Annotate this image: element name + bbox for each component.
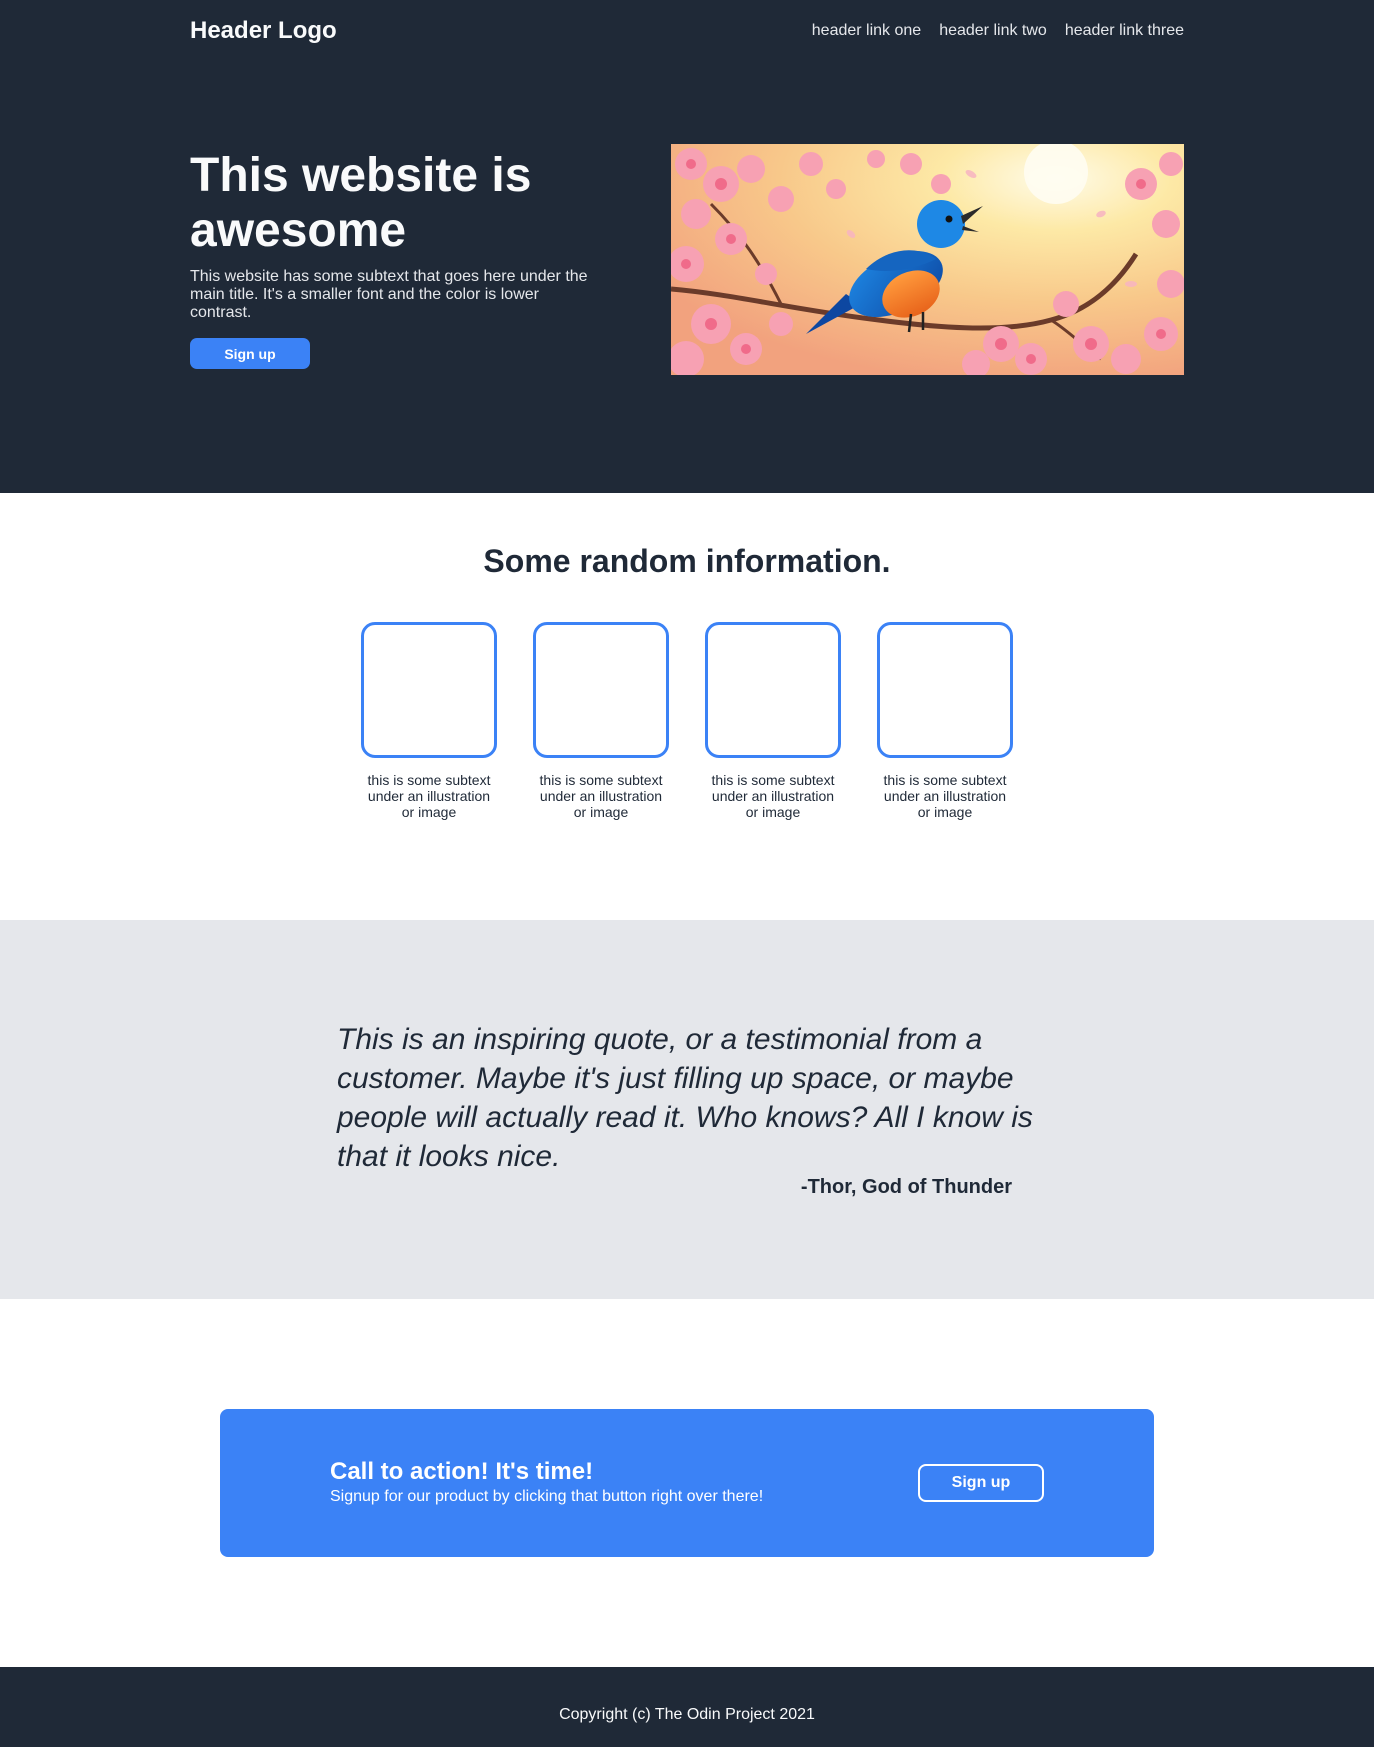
- header-nav: header link one header link two header l…: [812, 21, 1184, 41]
- info-card: this is some subtext under an illustrati…: [361, 622, 497, 820]
- illustration-placeholder: [705, 622, 841, 758]
- cta-subtitle: Signup for our product by clicking that …: [330, 1488, 764, 1505]
- hero-signup-button[interactable]: Sign up: [190, 338, 310, 369]
- hero-title: This website is awesome: [190, 149, 532, 257]
- cta-signup-button[interactable]: Sign up: [918, 1464, 1044, 1502]
- info-card-text: this is some subtext under an illustrati…: [367, 772, 491, 820]
- quote-author: -Thor, God of Thunder: [800, 1176, 1012, 1198]
- hero-section: Header Logo header link one header link …: [0, 0, 1374, 493]
- info-card-text: this is some subtext under an illustrati…: [883, 772, 1007, 820]
- header-link-one[interactable]: header link one: [812, 21, 921, 41]
- quote-section: This is an inspiring quote, or a testimo…: [0, 920, 1374, 1299]
- info-card-text: this is some subtext under an illustrati…: [539, 772, 663, 820]
- bird-on-branch-illustration: [671, 144, 1184, 375]
- info-card: this is some subtext under an illustrati…: [705, 622, 841, 820]
- info-card: this is some subtext under an illustrati…: [877, 622, 1013, 820]
- illustration-placeholder: [533, 622, 669, 758]
- info-title: Some random information.: [483, 543, 891, 579]
- hero-image: [671, 144, 1184, 375]
- header-link-three[interactable]: header link three: [1065, 21, 1184, 41]
- footer-copyright: Copyright (c) The Odin Project 2021: [559, 1706, 815, 1723]
- illustration-placeholder: [361, 622, 497, 758]
- cta-title: Call to action! It's time!: [330, 1458, 594, 1485]
- header-logo[interactable]: Header Logo: [190, 18, 337, 44]
- info-card-text: this is some subtext under an illustrati…: [711, 772, 835, 820]
- testimonial-quote: This is an inspiring quote, or a testimo…: [337, 1023, 1033, 1173]
- illustration-placeholder: [877, 622, 1013, 758]
- info-card: this is some subtext under an illustrati…: [533, 622, 669, 820]
- header-link-two[interactable]: header link two: [939, 21, 1047, 41]
- footer: Copyright (c) The Odin Project 2021: [0, 1667, 1374, 1747]
- call-to-action-banner: Call to action! It's time! Signup for ou…: [220, 1409, 1154, 1557]
- hero-subtitle: This website has some subtext that goes …: [190, 268, 588, 321]
